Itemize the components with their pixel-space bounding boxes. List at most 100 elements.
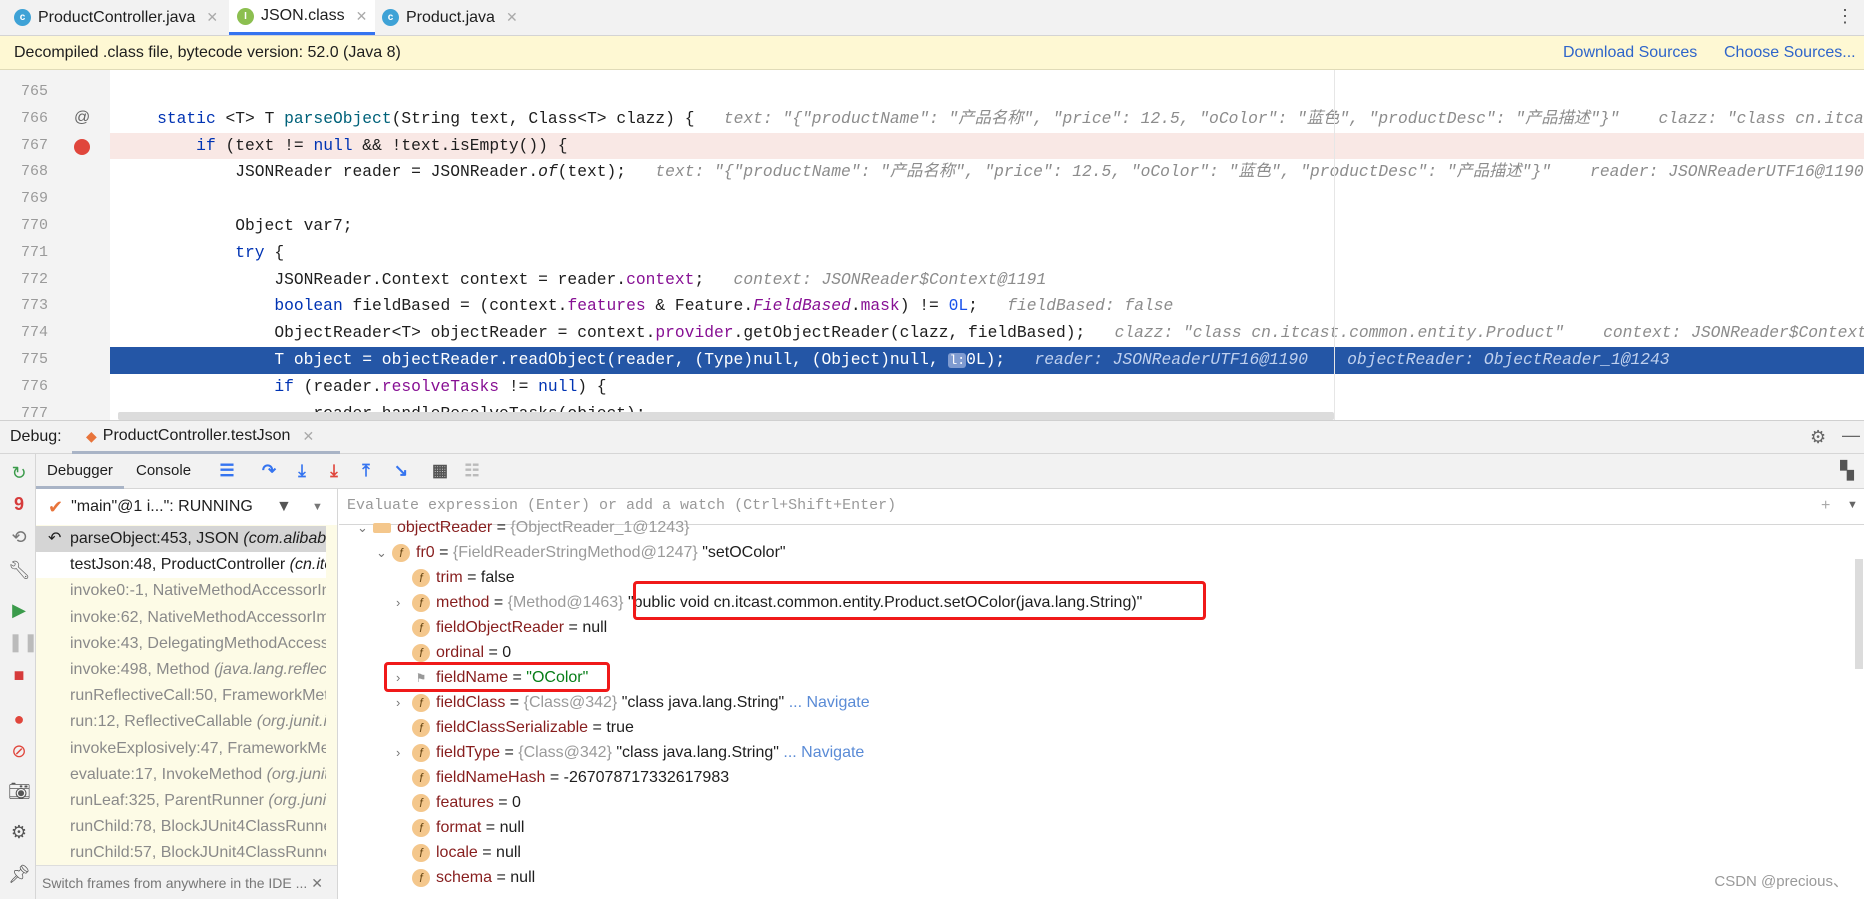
chevron-down-icon[interactable]: ▼ xyxy=(1847,499,1858,511)
expand-toggle-icon[interactable]: ⌄ xyxy=(376,540,392,565)
horizontal-scrollbar[interactable] xyxy=(118,412,1334,420)
code-line[interactable]: ObjectReader<T> objectReader = context.p… xyxy=(110,320,1864,347)
navigate-link[interactable]: ... Navigate xyxy=(789,694,870,711)
tab-product-controller[interactable]: c ProductController.java ✕ xyxy=(6,0,226,35)
pin-icon[interactable]: 📌︎ xyxy=(8,863,31,885)
stack-frame[interactable]: run:12, ReflectiveCallable (org.junit.in… xyxy=(36,709,326,735)
chevron-down-icon[interactable]: ▼ xyxy=(312,501,323,513)
field-icon: f xyxy=(412,868,430,887)
resume-icon[interactable]: ▶ xyxy=(8,599,30,621)
tab-debugger[interactable]: Debugger xyxy=(36,454,124,489)
stack-frame[interactable]: invokeExplosively:47, FrameworkMethod xyxy=(36,736,326,762)
tab-json-class[interactable]: I JSON.class ✕ xyxy=(229,0,376,35)
more-tabs-icon[interactable]: ⋮ xyxy=(1836,6,1854,27)
code-line[interactable]: if (reader.resolveTasks != null) { xyxy=(110,374,1864,401)
navigate-link[interactable]: ... Navigate xyxy=(783,744,864,761)
stack-frame[interactable]: testJson:48, ProductController (cn.itcas… xyxy=(36,552,326,579)
rerun-failed-icon[interactable]: 9 xyxy=(8,493,30,515)
close-icon[interactable]: ✕ xyxy=(302,428,314,445)
code-line[interactable]: T object = objectReader.readObject(reade… xyxy=(110,347,1864,374)
close-icon[interactable]: ✕ xyxy=(356,8,368,25)
layout-options-icon[interactable]: ▚ xyxy=(1836,460,1858,482)
stack-frame[interactable]: runReflectiveCall:50, FrameworkMethod xyxy=(36,683,326,709)
stack-frame[interactable]: runLeaf:325, ParentRunner (org.junit) xyxy=(36,788,326,814)
expand-toggle-icon[interactable]: ⌄ xyxy=(357,515,373,540)
show-execution-point-icon[interactable]: ↷ xyxy=(258,460,280,482)
stack-frame[interactable]: invoke:43, DelegatingMethodAccessorImpl xyxy=(36,631,326,657)
layout-menu-icon[interactable]: ☰ xyxy=(216,460,238,482)
thread-selector[interactable]: ✔ "main"@1 i...": RUNNING ▼ ▼ xyxy=(36,489,337,525)
stack-frame[interactable]: invoke0:-1, NativeMethodAccessorImpl xyxy=(36,578,326,604)
evaluate-expression-icon[interactable]: ▦ xyxy=(429,460,451,482)
gear-icon[interactable]: ⚙ xyxy=(1810,427,1826,448)
field-icon: f xyxy=(412,743,430,762)
variable-row[interactable]: f locale = null xyxy=(396,840,521,865)
code-line[interactable]: JSONReader.Context context = reader.cont… xyxy=(110,267,1864,294)
stop-icon[interactable]: ■ xyxy=(8,664,30,686)
variable-row[interactable]: › f fieldType = {Class@342} "class java.la… xyxy=(396,740,864,765)
variable-value: null xyxy=(510,869,536,886)
override-marker-icon[interactable]: @ xyxy=(74,109,90,127)
variable-row[interactable]: f fieldObjectReader = null xyxy=(396,615,607,640)
settings-icon[interactable]: ⚙ xyxy=(8,821,30,843)
stack-frame[interactable]: runChild:57, BlockJUnit4ClassRunner xyxy=(36,840,326,866)
field-icon: f xyxy=(412,693,430,712)
run-to-cursor-icon[interactable]: ↘ xyxy=(390,460,412,482)
variable-row[interactable]: f features = 0 xyxy=(396,790,521,815)
pause-icon[interactable]: ❚❚ xyxy=(8,631,38,653)
step-over-icon[interactable]: ⤓ xyxy=(291,460,313,482)
stack-frame[interactable]: evaluate:17, InvokeMethod (org.junit) xyxy=(36,762,326,788)
code-line[interactable]: boolean fieldBased = (context.features &… xyxy=(110,293,1864,320)
stack-frame[interactable]: invoke:62, NativeMethodAccessorImpl xyxy=(36,605,326,631)
code-line[interactable]: static <T> T parseObject(String text, Cl… xyxy=(110,106,1864,133)
expand-toggle-icon[interactable]: › xyxy=(396,590,412,615)
stack-frame[interactable]: runChild:78, BlockJUnit4ClassRunner xyxy=(36,814,326,840)
trace-stream-icon[interactable]: ☷ xyxy=(461,460,483,482)
vertical-scrollbar[interactable] xyxy=(1855,559,1863,669)
breakpoint-icon[interactable] xyxy=(74,138,90,155)
choose-sources-link[interactable]: Choose Sources... xyxy=(1724,44,1856,62)
stack-frame[interactable]: ↶ parseObject:453, JSON (com.alibaba.fast… xyxy=(36,526,326,552)
restore-layout-icon[interactable]: ⟲ xyxy=(8,526,30,548)
variable-row[interactable]: f fieldNameHash = -267078717332617983 xyxy=(396,765,729,790)
tab-product-java[interactable]: c Product.java ✕ xyxy=(374,0,526,35)
variable-row[interactable]: ⌄ f fr0 = {FieldReaderStringMethod@1247} "… xyxy=(376,540,786,565)
variable-row[interactable]: f schema = null xyxy=(396,865,535,890)
code-line[interactable]: JSONReader reader = JSONReader.of(text);… xyxy=(110,159,1864,186)
code-line[interactable]: try { xyxy=(110,240,1864,267)
view-breakpoints-icon[interactable]: ● xyxy=(8,708,30,730)
debug-session-tab[interactable]: ◆ ProductController.testJson ✕ xyxy=(72,421,340,454)
code-editor[interactable]: 765 766 @767 768 769 770 771 772 773 774 775 776 777… xyxy=(0,70,1864,420)
variable-row[interactable]: f trim = false xyxy=(396,565,515,590)
filter-icon[interactable]: ▼ xyxy=(276,498,292,516)
step-out-icon[interactable]: ⤒ xyxy=(355,460,377,482)
code-line[interactable] xyxy=(110,186,1864,213)
variable-name: trim xyxy=(436,569,463,586)
code-line[interactable]: if (text != null && !text.isEmpty()) { xyxy=(110,132,1864,160)
close-icon[interactable]: ✕ xyxy=(311,875,323,891)
minimize-icon[interactable]: — xyxy=(1842,425,1860,446)
code-token: if xyxy=(274,376,294,396)
variable-row[interactable]: ⌄ objectReader = {ObjectReader_1@1243} xyxy=(357,515,689,540)
tab-console[interactable]: Console xyxy=(136,454,191,489)
variable-value: 0 xyxy=(502,644,512,661)
variable-row[interactable]: f fieldClassSerializable = true xyxy=(396,715,634,740)
variable-row[interactable]: f format = null xyxy=(396,815,524,840)
close-icon[interactable]: ✕ xyxy=(206,9,218,26)
camera-icon[interactable]: 📷︎ xyxy=(8,780,31,802)
variable-row[interactable]: › f fieldClass = {Class@342} "class java.l… xyxy=(396,690,870,715)
add-watch-icon[interactable]: + xyxy=(1821,497,1830,515)
wrench-icon[interactable]: 🔧︎ xyxy=(8,559,31,581)
close-icon[interactable]: ✕ xyxy=(506,9,518,26)
force-step-into-icon[interactable]: ⤓ xyxy=(323,460,345,482)
download-sources-link[interactable]: Download Sources xyxy=(1563,44,1697,62)
editor-gutter[interactable]: 765 766 @767 768 769 770 771 772 773 774 775 776 777 xyxy=(0,70,110,420)
field-icon: f xyxy=(412,618,430,637)
code-line[interactable] xyxy=(110,79,1864,106)
expand-toggle-icon[interactable]: › xyxy=(396,740,412,765)
mute-breakpoints-icon[interactable]: ⊘ xyxy=(8,740,30,762)
expand-toggle-icon[interactable]: › xyxy=(396,690,412,715)
rerun-icon[interactable]: ↻ xyxy=(8,462,30,484)
code-line[interactable]: Object var7; xyxy=(110,213,1864,240)
stack-frame[interactable]: invoke:498, Method (java.lang.reflect) xyxy=(36,657,326,683)
